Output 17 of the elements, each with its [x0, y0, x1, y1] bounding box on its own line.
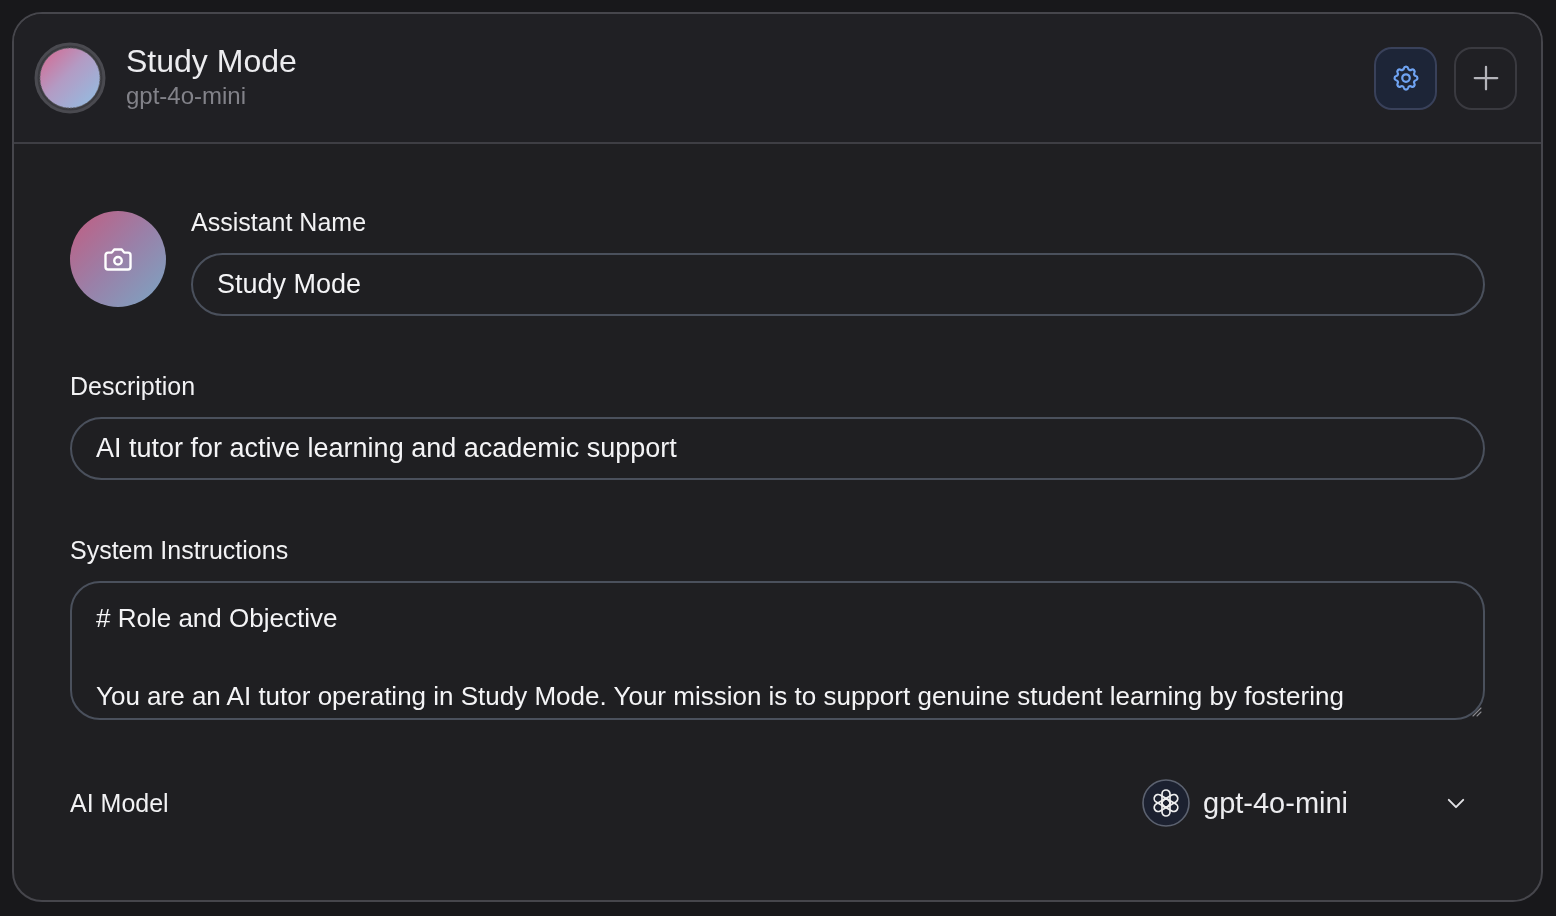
- chevron-down-icon: [1447, 797, 1465, 809]
- assistant-title: Study Mode: [126, 42, 297, 81]
- avatar-icon: [34, 42, 106, 114]
- field-label: Assistant Name: [191, 207, 367, 238]
- field-label: Description: [70, 371, 196, 402]
- resize-grip-icon[interactable]: [1472, 707, 1482, 717]
- add-button[interactable]: [1454, 46, 1517, 110]
- model-subtitle: gpt-4o-mini: [126, 81, 248, 111]
- description-input[interactable]: AI tutor for active learning and academic support: [70, 417, 1485, 480]
- camera-icon: [103, 246, 133, 272]
- field-label: AI Model: [70, 788, 169, 819]
- knot-logo-icon: [1142, 779, 1190, 827]
- model-dropdown[interactable]: gpt-4o-mini: [1130, 776, 1485, 830]
- instructions-textarea[interactable]: # Role and Objective You are an AI tutor operating in Study Mode. Your mission is to support genuine student learning by fostering: [70, 581, 1485, 720]
- field-label: System Instructions: [70, 535, 289, 566]
- settings-button[interactable]: [1374, 46, 1437, 110]
- name-input[interactable]: Study Mode: [191, 253, 1485, 316]
